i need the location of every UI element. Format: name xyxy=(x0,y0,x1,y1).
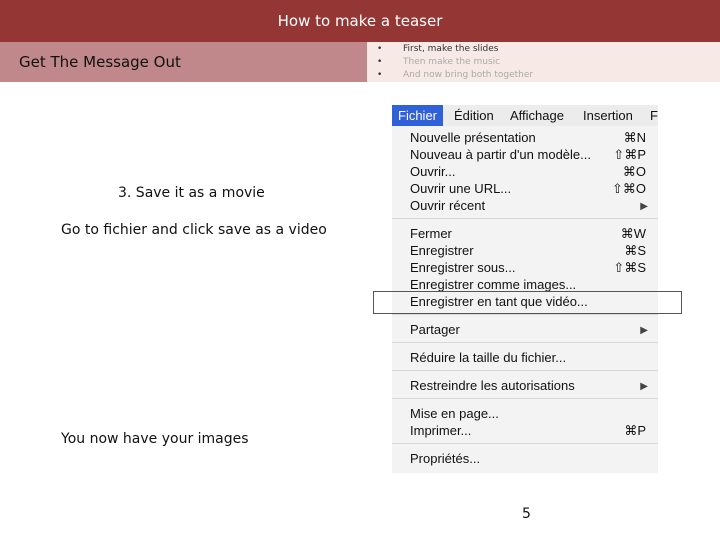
shortcut-open: ⌘O xyxy=(622,164,646,179)
bullet-item: • First, make the slides xyxy=(377,44,499,54)
menu-item-open-url[interactable]: Ouvrir une URL... xyxy=(410,181,511,196)
menu-format[interactable]: F xyxy=(650,108,658,123)
menu-item-save-as-images[interactable]: Enregistrer comme images... xyxy=(410,277,576,292)
menu-separator xyxy=(392,314,658,315)
menu-bar: Fichier Édition Affichage Insertion F xyxy=(392,105,658,126)
submenu-arrow-icon: ▶ xyxy=(640,201,648,212)
bullet-list: • First, make the slides • Then make the m… xyxy=(377,43,533,82)
menu-affichage[interactable]: Affichage xyxy=(510,108,564,123)
submenu-arrow-icon: ▶ xyxy=(640,381,648,392)
menu-item-properties[interactable]: Propriétés... xyxy=(410,451,480,466)
menu-separator xyxy=(392,398,658,399)
menu-separator xyxy=(392,443,658,444)
menu-separator xyxy=(392,342,658,343)
step-description: Go to fichier and click save as a video xyxy=(61,222,327,238)
menu-item-print[interactable]: Imprimer... xyxy=(410,423,471,438)
save-as-video-highlight xyxy=(373,291,682,314)
menu-item-share[interactable]: Partager xyxy=(410,322,460,337)
menu-item-close[interactable]: Fermer xyxy=(410,226,452,241)
menu-item-page-setup[interactable]: Mise en page... xyxy=(410,406,499,421)
bullet-item: • Then make the music xyxy=(377,57,501,67)
bullet-item: • And now bring both together xyxy=(377,70,534,80)
menu-item-reduce-size[interactable]: Réduire la taille du fichier... xyxy=(410,350,566,365)
subtitle-bar: Get The Message Out xyxy=(0,42,367,82)
menu-item-open[interactable]: Ouvrir... xyxy=(410,164,456,179)
step-title: 3. Save it as a movie xyxy=(118,185,265,201)
menu-edition[interactable]: Édition xyxy=(454,108,494,123)
menu-fichier[interactable]: Fichier xyxy=(392,105,444,126)
shortcut-new-from-template: ⇧⌘P xyxy=(613,147,646,162)
shortcut-new: ⌘N xyxy=(623,130,646,145)
slide-title: How to make a teaser xyxy=(0,0,720,42)
shortcut-save: ⌘S xyxy=(624,243,646,258)
shortcut-save-as: ⇧⌘S xyxy=(613,260,646,275)
shortcut-open-url: ⇧⌘O xyxy=(611,181,646,196)
menu-item-save[interactable]: Enregistrer xyxy=(410,243,474,258)
menu-separator xyxy=(392,218,658,219)
menu-separator xyxy=(392,370,658,371)
menu-item-save-as[interactable]: Enregistrer sous... xyxy=(410,260,516,275)
file-menu-screenshot: Fichier Édition Affichage Insertion F No… xyxy=(392,105,658,473)
shortcut-close: ⌘W xyxy=(620,226,646,241)
page-number: 5 xyxy=(522,506,531,522)
submenu-arrow-icon: ▶ xyxy=(640,325,648,336)
menu-item-restrict-permissions[interactable]: Restreindre les autorisations xyxy=(410,378,575,393)
subtitle-text: Get The Message Out xyxy=(19,53,181,71)
menu-item-new-from-template[interactable]: Nouveau à partir d'un modèle... xyxy=(410,147,591,162)
menu-item-new[interactable]: Nouvelle présentation xyxy=(410,130,536,145)
step-conclusion: You now have your images xyxy=(61,431,249,447)
menu-item-open-recent[interactable]: Ouvrir récent xyxy=(410,198,485,213)
shortcut-print: ⌘P xyxy=(624,423,646,438)
menu-insertion[interactable]: Insertion xyxy=(583,108,633,123)
